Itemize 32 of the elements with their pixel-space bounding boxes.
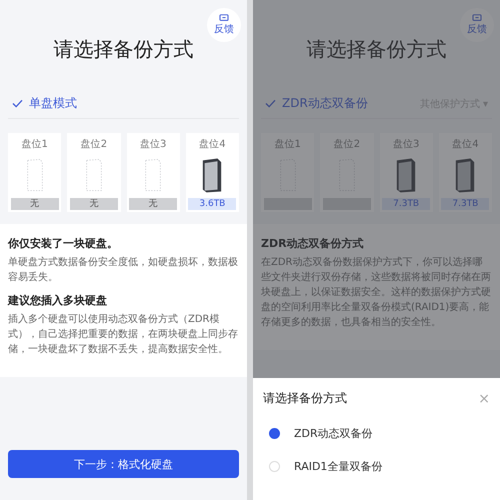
slot-label: 盘位3 [392,138,420,151]
radio-option[interactable]: ZDR动态双备份 [263,417,490,450]
page-title: 请选择备份方式 [54,36,194,63]
section-text: 在ZDR动态双备份数据保护方式下，你可以选择哪些文件夹进行双份存储，这些数据将被同时存储在两块硬盘上，以保证数据安全。这样的数据保护方式硬盘的空间利用率比全量双备份模式(RAID1)要高，能存储更多的数据，也具备相当的安全性。 [261,256,492,330]
radio-option[interactable]: RAID1全量双备份 [263,450,490,483]
section-text: 插入多个硬盘可以使用动态双备份方式（ZDR模式），自己选择把重要的数据，在两块硬盘上同步存储，一块硬盘坏了数据不丢失，提高数据安全性。 [8,312,239,357]
slot-label: 盘位2 [334,138,360,151]
capacity-label: 7.3TB [441,198,490,210]
next-button[interactable]: 下一步：格式化硬盘 [8,450,239,478]
section-text: 单硬盘方式数据备份安全度低，如硬盘损坏，数据极容易丢失。 [8,256,239,285]
feedback-button[interactable]: 反馈 [207,8,241,42]
capacity-label: 3.6TB [188,198,236,210]
message-icon [472,14,482,22]
check-icon [265,99,276,108]
section-heading: ZDR动态双备份方式 [261,236,365,251]
page-title: 请选择备份方式 [306,36,446,63]
slot-label: 盘位4 [452,138,479,151]
capacity-label: 7.3TB [382,198,430,210]
section-heading: 你仅安装了一块硬盘。 [8,236,119,251]
slot-label: 盘位3 [140,138,166,151]
capacity-label: 无 [70,198,118,210]
slot-label: 盘位2 [80,138,108,151]
slot-label: 盘位1 [274,138,301,151]
check-icon [12,99,23,108]
section-heading: 建议您插入多块硬盘 [8,293,108,308]
sheet-title: 请选择备份方式 [263,390,347,407]
slot-label: 盘位1 [21,138,48,151]
capacity-label: 无 [10,198,59,210]
slot-label: 盘位4 [199,138,226,151]
message-icon [219,14,229,22]
capacity-label: 无 [129,198,178,210]
radio-button[interactable] [269,428,280,439]
